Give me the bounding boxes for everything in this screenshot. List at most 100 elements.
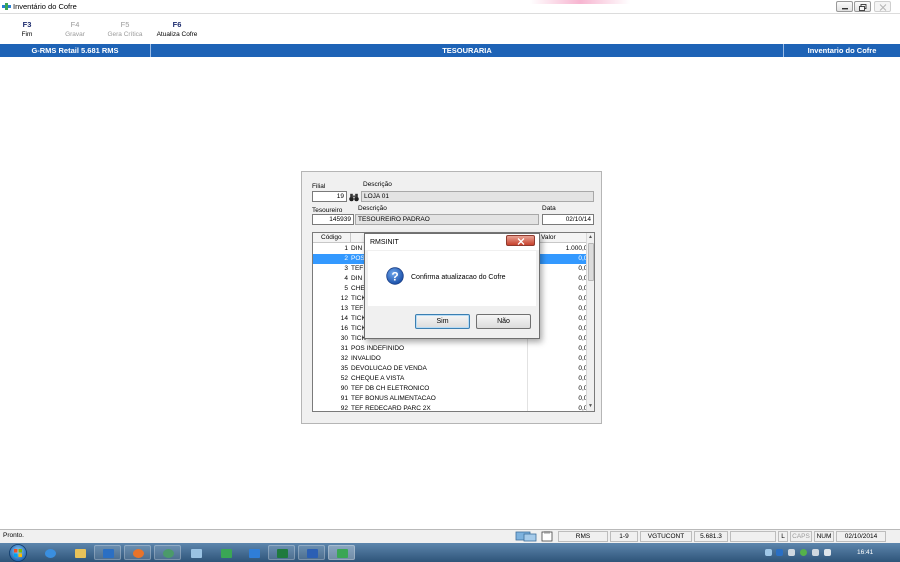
taskbar-ie[interactable] xyxy=(36,545,63,560)
toolbar-f5-gera-critica[interactable]: F5 Gera Crítica xyxy=(104,20,146,38)
excel-icon xyxy=(277,549,288,558)
scroll-up-icon[interactable]: ▲ xyxy=(588,234,593,240)
rms-app-icon xyxy=(221,549,232,558)
cell-value[interactable]: 0,00 xyxy=(529,385,591,392)
minimize-button[interactable] xyxy=(836,1,853,12)
status-panel-system: RMS xyxy=(558,531,608,542)
filial-input[interactable]: 19 xyxy=(312,191,347,202)
cell-code: 90 xyxy=(340,385,348,392)
cell-description: TEF xyxy=(351,265,364,272)
title-glow xyxy=(530,0,630,4)
cell-description: DIN xyxy=(351,275,363,282)
tray-infinity-icon[interactable] xyxy=(765,549,772,556)
cell-value[interactable]: 0,00 xyxy=(529,405,591,411)
cell-description: CHE xyxy=(351,285,365,292)
question-icon: ? xyxy=(386,267,404,285)
column-header-code[interactable]: Código xyxy=(321,234,342,241)
dialog-close-button[interactable] xyxy=(506,235,535,246)
cell-separator xyxy=(527,344,528,354)
yes-button[interactable]: Sim xyxy=(415,314,470,329)
start-button-icon[interactable] xyxy=(6,544,30,562)
restore-button[interactable] xyxy=(854,1,871,12)
cell-separator xyxy=(527,394,528,404)
cell-separator xyxy=(527,354,528,364)
function-toolbar: F3 Fim F4 Gravar F5 Gera Crítica F6 Atua… xyxy=(0,14,900,44)
network-icon xyxy=(515,531,537,542)
scroll-thumb[interactable] xyxy=(588,243,594,281)
infinity-icon xyxy=(191,549,202,558)
cell-value[interactable]: 0,00 xyxy=(529,395,591,402)
taskbar-firefox[interactable] xyxy=(124,545,151,560)
tray-outlook-icon[interactable] xyxy=(776,549,783,556)
dialog-title: RMSINIT xyxy=(370,239,399,246)
taskbar-outlook[interactable] xyxy=(94,545,121,560)
word-icon xyxy=(307,549,318,558)
cell-description: DEVOLUCAO DE VENDA xyxy=(351,365,427,372)
taskbar-app-infinity[interactable] xyxy=(182,545,209,560)
tray-antivirus-icon[interactable] xyxy=(800,549,807,556)
table-row[interactable]: 31 POS INDEFINIDO 0,00 xyxy=(313,344,591,354)
rms-app-icon xyxy=(337,549,348,558)
taskbar-excel[interactable] xyxy=(268,545,295,560)
table-row[interactable]: 90 TEF DB CH ELETRONICO 0,00 xyxy=(313,384,591,394)
tesoureiro-desc-label: Descrição xyxy=(358,205,387,212)
tray-volume-icon[interactable] xyxy=(824,549,831,556)
taskbar-lync[interactable] xyxy=(240,545,267,560)
title-bar: Inventário do Cofre xyxy=(0,0,900,14)
taskbar-word[interactable] xyxy=(298,545,325,560)
cell-code: 30 xyxy=(340,335,348,342)
table-row[interactable]: 32 INVALIDO 0,00 xyxy=(313,354,591,364)
taskbar-rms[interactable] xyxy=(212,545,239,560)
cell-value[interactable]: 0,00 xyxy=(529,345,591,352)
column-header-value[interactable]: Valor xyxy=(541,234,556,241)
date-field[interactable]: 02/10/14 xyxy=(542,214,594,225)
binoculars-icon[interactable] xyxy=(349,193,359,202)
globe-icon xyxy=(163,549,174,558)
tray-network-icon[interactable] xyxy=(812,549,819,556)
folder-icon xyxy=(75,549,86,558)
no-button[interactable]: Não xyxy=(476,314,531,329)
data-label: Data xyxy=(542,205,556,212)
filial-description: LOJA 01 xyxy=(361,191,594,202)
toolbar-f6-atualiza-cofre[interactable]: F6 Atualiza Cofre xyxy=(152,20,202,38)
toolbar-f3-fim[interactable]: F3 Fim xyxy=(12,20,42,38)
taskbar-explorer[interactable] xyxy=(66,545,93,560)
restore-icon xyxy=(859,4,867,11)
cell-code: 13 xyxy=(340,305,348,312)
cell-description: TEF REDECARD PARC 2X xyxy=(351,405,431,412)
system-tray xyxy=(750,543,900,562)
filial-label: Filial xyxy=(312,183,326,190)
app-header: G-RMS Retail 5.681 RMS TESOURARIA Invent… xyxy=(0,44,900,57)
status-panel-program: VGTUCONT xyxy=(640,531,692,542)
cell-value[interactable]: 0,00 xyxy=(529,365,591,372)
scroll-down-icon[interactable]: ▼ xyxy=(588,403,593,409)
cell-description: POS xyxy=(351,255,365,262)
table-row[interactable]: 92 TEF REDECARD PARC 2X 0,00 xyxy=(313,404,591,412)
lync-icon xyxy=(249,549,260,558)
outlook-icon xyxy=(103,549,114,558)
cell-value[interactable]: 0,00 xyxy=(529,355,591,362)
table-row[interactable]: 91 TEF BONUS ALIMENTACAO 0,00 xyxy=(313,394,591,404)
cell-code: 14 xyxy=(340,315,348,322)
cell-code: 12 xyxy=(340,295,348,302)
cell-code: 1 xyxy=(344,245,348,252)
close-icon xyxy=(879,4,887,11)
dialog-title-bar: RMSINIT xyxy=(365,234,539,250)
tesoureiro-input[interactable]: 145939 xyxy=(312,214,354,225)
status-panel-l: L xyxy=(778,531,788,542)
taskbar-app-globe[interactable] xyxy=(154,545,181,560)
cell-description: TEF BONUS ALIMENTACAO xyxy=(351,395,436,402)
taskbar-clock[interactable]: 16:41 xyxy=(857,549,873,556)
dialog-message: Confirma atualizacao do Cofre xyxy=(411,274,506,281)
taskbar-rms-active[interactable] xyxy=(328,545,355,560)
table-row[interactable]: 52 CHEQUE A VISTA 0,00 xyxy=(313,374,591,384)
status-panel-version: 5.681.3 xyxy=(694,531,728,542)
grid-scrollbar[interactable]: ▲ ▼ xyxy=(586,233,594,411)
close-button[interactable] xyxy=(874,1,891,12)
toolbar-f4-gravar[interactable]: F4 Gravar xyxy=(60,20,90,38)
cell-value[interactable]: 0,00 xyxy=(529,375,591,382)
taskbar: 16:41 xyxy=(0,543,900,562)
filial-desc-label: Descrição xyxy=(363,181,392,188)
tray-flag-icon[interactable] xyxy=(788,549,795,556)
table-row[interactable]: 35 DEVOLUCAO DE VENDA 0,00 xyxy=(313,364,591,374)
